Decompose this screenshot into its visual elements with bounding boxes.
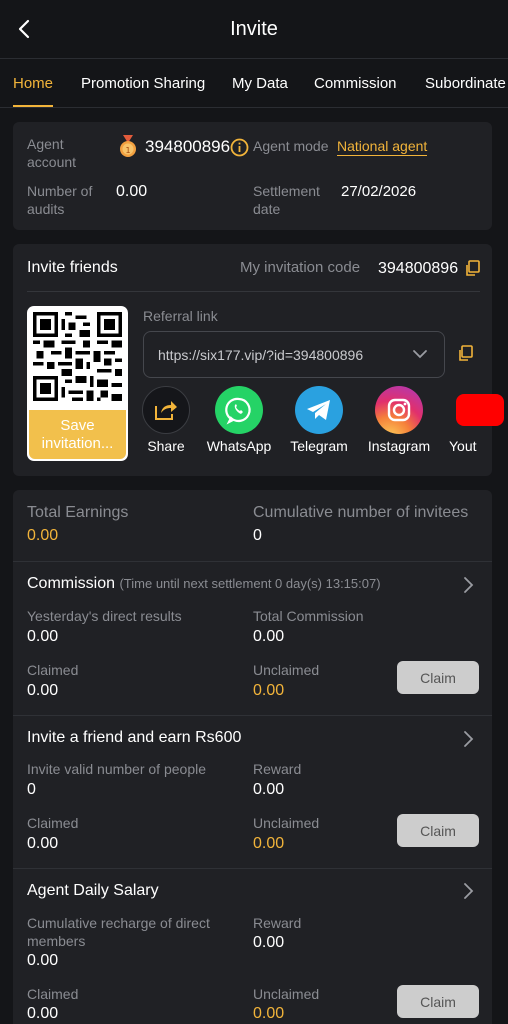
settlement-date-value: 27/02/2026 <box>341 183 417 200</box>
info-icon[interactable] <box>230 138 249 157</box>
invite-reward-value: 0.00 <box>253 781 285 798</box>
share-option-instagram[interactable]: Instagram <box>357 386 441 454</box>
chevron-left-icon <box>18 19 30 39</box>
active-tab-indicator <box>13 105 53 107</box>
chevron-right-icon[interactable] <box>462 882 474 900</box>
page-title: Invite <box>230 17 278 40</box>
invite-claimed-value: 0.00 <box>27 835 59 852</box>
agent-account-label: Agent account <box>27 136 77 170</box>
invite-claim-button[interactable]: Claim <box>397 814 479 847</box>
audits-label: Number of audits <box>27 183 93 217</box>
direct-recharge-label: Cumulative recharge of direct members <box>27 915 210 949</box>
copy-link-icon[interactable] <box>457 345 474 362</box>
commission-header[interactable]: Commission (Time until next settlement 0… <box>27 575 381 593</box>
salary-claimed-value: 0.00 <box>27 1005 59 1022</box>
invite-claimed-label: Claimed <box>27 815 79 831</box>
commission-claim-button[interactable]: Claim <box>397 661 479 694</box>
invite-friends-title: Invite friends <box>27 259 118 276</box>
tab-bar: Home Promotion Sharing My Data Commissio… <box>0 58 508 108</box>
qr-code-image <box>33 312 122 401</box>
salary-unclaimed-label: Unclaimed <box>253 986 320 1002</box>
commission-countdown: (Time until next settlement 0 day(s) 13:… <box>119 576 381 591</box>
audits-value: 0.00 <box>116 183 148 200</box>
referral-link-select[interactable]: https://six177.vip/?id=394800896 <box>143 331 445 378</box>
section-divider <box>13 561 492 562</box>
commission-claimed-label: Claimed <box>27 662 79 678</box>
cumulative-invitees-value: 0 <box>253 527 262 544</box>
qr-code-panel: Save invitation... <box>27 306 128 461</box>
direct-recharge-value: 0.00 <box>27 952 59 969</box>
chevron-right-icon[interactable] <box>462 730 474 748</box>
total-earnings-label: Total Earnings <box>27 504 129 521</box>
tab-my-data[interactable]: My Data <box>232 75 288 92</box>
commission-unclaimed-value: 0.00 <box>253 682 285 699</box>
svg-text:1: 1 <box>125 146 130 155</box>
copy-code-icon[interactable] <box>464 260 481 277</box>
section-divider <box>13 715 492 716</box>
tab-subordinate[interactable]: Subordinate <box>425 75 506 92</box>
salary-claim-button[interactable]: Claim <box>397 985 479 1018</box>
share-option-label: Yout <box>449 438 477 454</box>
share-option-label: Share <box>147 438 185 454</box>
yesterday-results-value: 0.00 <box>27 628 59 645</box>
invite-divider <box>27 291 480 292</box>
settlement-date-label: Settlement date <box>253 183 320 217</box>
invite-reward-label: Reward <box>253 761 302 777</box>
share-option-label: Instagram <box>367 438 431 454</box>
back-button[interactable] <box>10 14 38 44</box>
save-invitation-label: Save invitation... <box>41 416 114 452</box>
tab-home[interactable]: Home <box>13 75 53 92</box>
share-option-label: WhatsApp <box>206 438 272 454</box>
cumulative-invitees-label: Cumulative number of invitees <box>253 504 469 521</box>
share-option-telegram[interactable]: Telegram <box>277 386 361 454</box>
chevron-right-icon[interactable] <box>462 576 474 594</box>
share-option-youtube[interactable]: Yout <box>448 386 508 476</box>
commission-claimed-value: 0.00 <box>27 682 59 699</box>
instagram-icon <box>375 386 423 434</box>
agent-mode-link[interactable]: National agent <box>337 137 428 156</box>
referral-link-label: Referral link <box>143 308 218 324</box>
tab-promotion-sharing[interactable]: Promotion Sharing <box>81 75 205 92</box>
salary-unclaimed-value: 0.00 <box>253 1005 285 1022</box>
valid-invitees-label: Invite valid number of people <box>27 761 206 777</box>
share-icon <box>142 386 190 434</box>
total-commission-value: 0.00 <box>253 628 285 645</box>
save-invitation-button[interactable]: Save invitation... <box>29 410 126 459</box>
daily-salary-title[interactable]: Agent Daily Salary <box>27 882 159 900</box>
commission-unclaimed-label: Unclaimed <box>253 662 320 678</box>
share-option-whatsapp[interactable]: WhatsApp <box>197 386 281 454</box>
invite-unclaimed-value: 0.00 <box>253 835 285 852</box>
share-option-label: Telegram <box>290 438 348 454</box>
referral-link-value: https://six177.vip/?id=394800896 <box>158 346 364 363</box>
valid-invitees-value: 0 <box>27 781 36 798</box>
medal-icon: 1 <box>120 135 136 157</box>
invite-earn-title[interactable]: Invite a friend and earn Rs600 <box>27 729 241 747</box>
total-commission-label: Total Commission <box>253 608 364 624</box>
telegram-icon <box>295 386 343 434</box>
invitation-code-label: My invitation code <box>240 259 361 276</box>
invitation-code-value: 394800896 <box>378 260 459 277</box>
agent-mode-label: Agent mode <box>253 138 329 154</box>
section-divider <box>13 868 492 869</box>
tab-commission[interactable]: Commission <box>314 75 397 92</box>
commission-title: Commission <box>27 575 116 592</box>
yesterday-results-label: Yesterday's direct results <box>27 608 182 624</box>
share-option-share[interactable]: Share <box>124 386 208 454</box>
salary-reward-value: 0.00 <box>253 934 285 951</box>
chevron-down-icon <box>413 350 427 359</box>
whatsapp-icon <box>215 386 263 434</box>
youtube-icon <box>456 394 504 426</box>
total-earnings-value: 0.00 <box>27 527 59 544</box>
invite-unclaimed-label: Unclaimed <box>253 815 320 831</box>
agent-account-value: 394800896 <box>145 137 231 156</box>
salary-reward-label: Reward <box>253 915 302 931</box>
top-bar: Invite <box>0 0 508 58</box>
salary-claimed-label: Claimed <box>27 986 79 1002</box>
